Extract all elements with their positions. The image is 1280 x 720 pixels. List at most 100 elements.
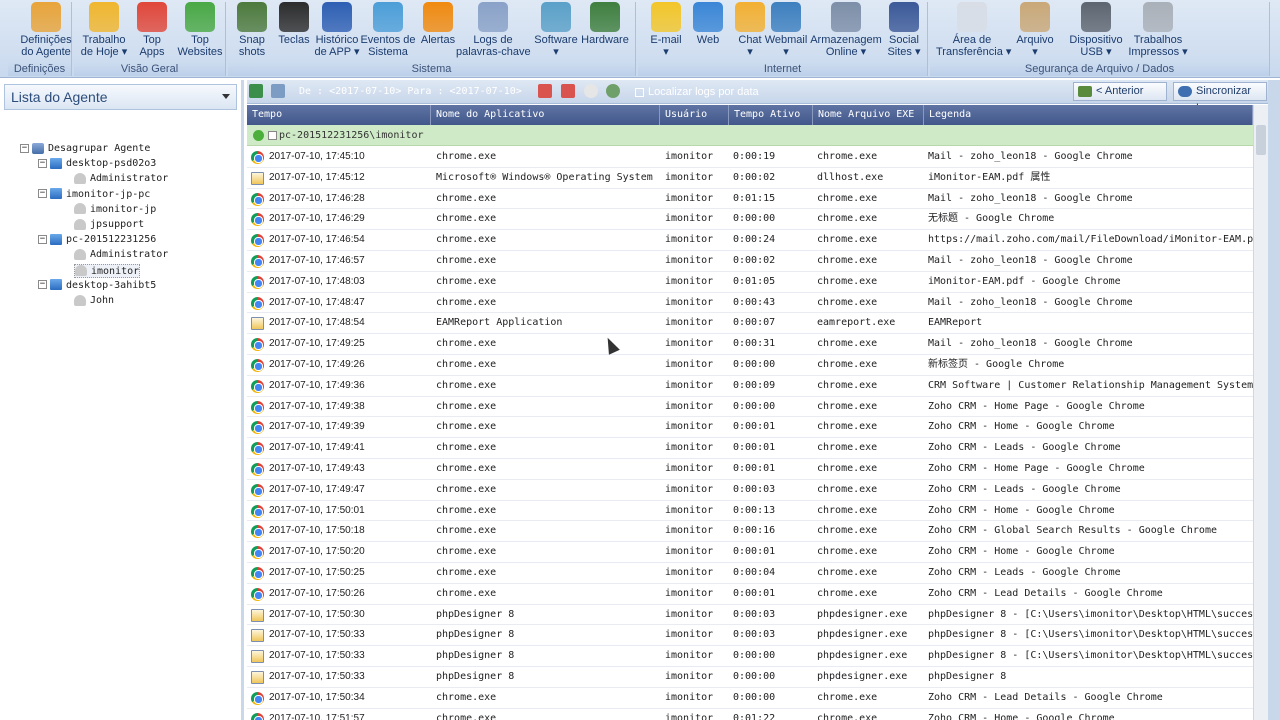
cell-time: 2017-07-10, 17:50:33 bbox=[269, 629, 365, 641]
table-row[interactable]: 2017-07-10, 17:50:33 phpDesigner 8 imonito… bbox=[247, 625, 1253, 647]
collapse-icon[interactable]: − bbox=[20, 143, 29, 153]
cell-app: chrome.exe bbox=[436, 400, 497, 412]
ribbon-button-windows-logo[interactable]: Eventos de Sistema bbox=[360, 2, 416, 62]
clock-icon[interactable] bbox=[584, 84, 598, 98]
table-row[interactable]: 2017-07-10, 17:46:54 chrome.exe imonitor 0:… bbox=[247, 230, 1253, 251]
date-range-label[interactable]: De : <2017-07-10> Para : <2017-07-10> bbox=[299, 86, 522, 97]
column-header[interactable]: Legenda bbox=[924, 105, 1253, 125]
ribbon-button-sublabel: shots bbox=[238, 46, 266, 58]
ribbon-button-facebook[interactable]: Social Sites ▾ bbox=[882, 2, 926, 62]
ribbon-button-top-apps-chart[interactable]: Top Apps bbox=[132, 2, 172, 62]
image-export-icon[interactable] bbox=[271, 84, 285, 98]
table-row[interactable]: 2017-07-10, 17:49:41 chrome.exe imonitor 0:… bbox=[247, 438, 1253, 459]
ribbon-button-cloud-storage[interactable]: Armazenagem Online ▾ bbox=[810, 2, 882, 62]
table-row[interactable]: 2017-07-10, 17:50:34 chrome.exe imonitor 0:… bbox=[247, 687, 1253, 709]
table-row[interactable]: 2017-07-10, 17:46:57 chrome.exe imonitor 0:… bbox=[247, 251, 1253, 272]
group-row[interactable]: pc-201512231256\imonitor bbox=[247, 125, 1253, 146]
cell-app: phpDesigner 8 bbox=[436, 671, 515, 682]
tree-item-user[interactable]: Administrator bbox=[74, 248, 168, 262]
date-filter-checkbox[interactable]: Localizar logs por data bbox=[635, 86, 759, 98]
table-row[interactable]: 2017-07-10, 17:51:57 chrome.exe imonitor 0:… bbox=[247, 708, 1253, 720]
cell-time: 2017-07-10, 17:49:39 bbox=[269, 421, 365, 433]
tree-item-user[interactable]: imonitor-jp bbox=[74, 203, 156, 217]
table-row[interactable]: 2017-07-10, 17:50:33 phpDesigner 8 imonito… bbox=[247, 646, 1253, 667]
ribbon-button-software[interactable]: Software ▾ bbox=[532, 2, 580, 62]
calendar-from-icon[interactable] bbox=[538, 84, 552, 98]
tree-item-pc[interactable]: − pc-201512231256 bbox=[38, 233, 156, 247]
table-row[interactable]: 2017-07-10, 17:48:03 chrome.exe imonitor 0:… bbox=[247, 271, 1253, 293]
ribbon-button-webmail[interactable]: Webmail ▾ bbox=[762, 2, 810, 62]
log-toolbar: De : <2017-07-10> Para : <2017-07-10> Lo… bbox=[247, 80, 1280, 114]
column-header[interactable]: Usuário bbox=[660, 105, 729, 125]
ribbon-button-globe[interactable]: Web bbox=[688, 2, 728, 62]
chrome-icon bbox=[251, 275, 264, 289]
checkbox-icon[interactable] bbox=[635, 87, 644, 97]
table-row[interactable]: 2017-07-10, 17:50:26 chrome.exe imonitor 0:… bbox=[247, 583, 1253, 605]
ribbon-button-hardware[interactable]: Hardware bbox=[580, 2, 630, 62]
agent-list-header[interactable]: Lista do Agente bbox=[4, 84, 237, 110]
ribbon-button-keyword-log[interactable]: Logs de palavras-chave bbox=[456, 2, 531, 62]
column-header[interactable]: Tempo bbox=[247, 105, 431, 125]
ribbon-button-gears[interactable]: Definições do Agente bbox=[16, 2, 76, 62]
ribbon-button-app-history[interactable]: Histórico de APP ▾ bbox=[312, 2, 362, 62]
ribbon-button-email[interactable]: E-mail ▾ bbox=[644, 2, 688, 62]
sync-log-button[interactable]: Sincronizar Log bbox=[1173, 82, 1267, 114]
tree-item-group[interactable]: − Desagrupar Agente bbox=[20, 142, 150, 156]
column-header[interactable]: Nome Arquivo EXE bbox=[813, 105, 924, 125]
column-header[interactable]: Tempo Ativo bbox=[729, 105, 813, 125]
table-row[interactable]: 2017-07-10, 17:50:18 chrome.exe imonitor 0:… bbox=[247, 521, 1253, 543]
previous-button[interactable]: < Anterior bbox=[1073, 82, 1167, 101]
ribbon-button-label: Top bbox=[143, 34, 161, 46]
chevron-down-icon[interactable] bbox=[222, 94, 230, 99]
refresh-icon[interactable] bbox=[606, 84, 620, 98]
tree-item-user[interactable]: Administrator bbox=[74, 172, 168, 186]
calendar-to-icon[interactable] bbox=[561, 84, 575, 98]
table-row[interactable]: 2017-07-10, 17:49:36 chrome.exe imonitor 0:… bbox=[247, 375, 1253, 397]
cell-exe: chrome.exe bbox=[817, 151, 878, 162]
table-row[interactable]: 2017-07-10, 17:49:25 chrome.exe imonitor 0:… bbox=[247, 334, 1253, 355]
table-row[interactable]: 2017-07-10, 17:46:29 chrome.exe imonitor 0:… bbox=[247, 209, 1253, 231]
table-row[interactable]: 2017-07-10, 17:50:33 phpDesigner 8 imonito… bbox=[247, 667, 1253, 688]
ribbon-button-label: Top bbox=[191, 34, 209, 46]
ribbon-button-bar-chart[interactable]: Trabalho de Hoje ▾ bbox=[78, 2, 130, 62]
table-row[interactable]: 2017-07-10, 17:49:38 chrome.exe imonitor 0:… bbox=[247, 396, 1253, 418]
table-row[interactable]: 2017-07-10, 17:45:12 Microsoft® Windows® … bbox=[247, 167, 1253, 189]
collapse-icon[interactable]: − bbox=[38, 234, 47, 244]
user-icon bbox=[74, 203, 86, 215]
ribbon-button-file[interactable]: Arquivo ▾ bbox=[1008, 2, 1062, 62]
collapse-icon[interactable]: − bbox=[38, 189, 47, 199]
table-row[interactable]: 2017-07-10, 17:49:26 chrome.exe imonitor 0:… bbox=[247, 355, 1253, 376]
tree-item-user[interactable]: jpsupport bbox=[74, 218, 144, 232]
column-header[interactable]: Nome do Aplicativo bbox=[431, 105, 660, 125]
table-row[interactable]: 2017-07-10, 17:49:39 chrome.exe imonitor 0:… bbox=[247, 417, 1253, 439]
ribbon-button-keyboard[interactable]: Teclas bbox=[276, 2, 312, 62]
collapse-group-icon[interactable] bbox=[268, 130, 277, 140]
table-row[interactable]: 2017-07-10, 17:45:10 chrome.exe imonitor 0:… bbox=[247, 147, 1253, 168]
ribbon-button-screenshot[interactable]: Snap shots bbox=[230, 2, 274, 62]
ribbon-button-top-websites-chart[interactable]: Top Websites bbox=[174, 2, 226, 62]
table-row[interactable]: 2017-07-10, 17:48:47 chrome.exe imonitor 0:… bbox=[247, 292, 1253, 314]
table-row[interactable]: 2017-07-10, 17:50:20 chrome.exe imonitor 0:… bbox=[247, 542, 1253, 563]
ribbon-button-usb[interactable]: Dispositivo USB ▾ bbox=[1066, 2, 1126, 62]
table-row[interactable]: 2017-07-10, 17:49:47 chrome.exe imonitor 0:… bbox=[247, 479, 1253, 501]
collapse-icon[interactable]: − bbox=[38, 158, 47, 168]
table-row[interactable]: 2017-07-10, 17:50:30 phpDesigner 8 imonito… bbox=[247, 604, 1253, 626]
table-row[interactable]: 2017-07-10, 17:50:25 chrome.exe imonitor 0:… bbox=[247, 563, 1253, 584]
table-row[interactable]: 2017-07-10, 17:48:54 EAMReport Applicatio… bbox=[247, 313, 1253, 335]
tree-item-user[interactable]: imonitor bbox=[74, 263, 141, 278]
vertical-scrollbar[interactable] bbox=[1253, 105, 1268, 720]
table-row[interactable]: 2017-07-10, 17:49:43 chrome.exe imonitor 0:… bbox=[247, 459, 1253, 480]
scrollbar-thumb[interactable] bbox=[1256, 125, 1266, 155]
ribbon-button-alert[interactable]: Alertas bbox=[418, 2, 458, 62]
tree-item-user[interactable]: John bbox=[74, 294, 114, 308]
tree-item-pc[interactable]: − imonitor-jp-pc bbox=[38, 188, 150, 202]
ribbon-button-clipboard[interactable]: Área de Transferência ▾ bbox=[936, 2, 1011, 62]
table-row[interactable]: 2017-07-10, 17:50:01 chrome.exe imonitor 0:… bbox=[247, 500, 1253, 522]
collapse-icon[interactable]: − bbox=[38, 280, 47, 290]
tree-item-pc[interactable]: − desktop-psd02o3 bbox=[38, 157, 156, 171]
ribbon-button-printer[interactable]: Trabalhos Impressos ▾ bbox=[1126, 2, 1190, 62]
export-excel-icon[interactable] bbox=[249, 84, 263, 98]
cell-caption: phpDesigner 8 - [C:\Users\imonitor\Deskt… bbox=[928, 608, 1253, 620]
tree-item-pc[interactable]: − desktop-3ahibt5 bbox=[38, 279, 156, 293]
table-row[interactable]: 2017-07-10, 17:46:28 chrome.exe imonitor 0:… bbox=[247, 188, 1253, 210]
